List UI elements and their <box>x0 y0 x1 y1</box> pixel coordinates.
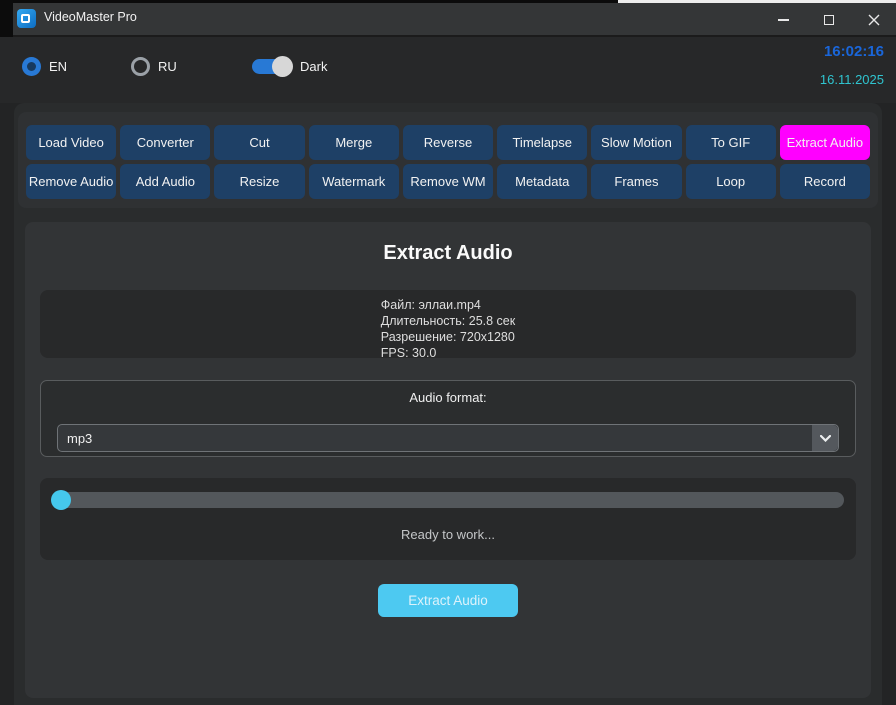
toolbar-button-slow-motion[interactable]: Slow Motion <box>591 125 681 160</box>
page-title: Extract Audio <box>25 242 871 265</box>
window-title: VideoMaster Pro <box>44 10 137 24</box>
toolbar-button-converter[interactable]: Converter <box>120 125 210 160</box>
progress-slider-knob[interactable] <box>51 490 71 510</box>
toolbar-button-to-gif[interactable]: To GIF <box>686 125 776 160</box>
toolbar-button-metadata[interactable]: Metadata <box>497 164 587 199</box>
toolbar-button-cut[interactable]: Cut <box>214 125 304 160</box>
file-info-resolution: Разрешение: 720x1280 <box>381 329 515 345</box>
left-edge-dark <box>0 0 13 37</box>
dropdown-arrow-button[interactable] <box>812 425 838 451</box>
language-en-label: EN <box>49 59 67 74</box>
app-logo-glyph <box>21 14 30 23</box>
extract-audio-panel: Extract Audio Файл: эллаи.mp4 Длительнос… <box>25 222 871 698</box>
header-bar: EN RU Dark 16:02:16 16.11.2025 <box>0 37 896 103</box>
extract-audio-action-button[interactable]: Extract Audio <box>378 584 518 617</box>
toolbar-button-add-audio[interactable]: Add Audio <box>120 164 210 199</box>
radio-unchecked-icon <box>131 57 150 76</box>
toolbar-button-remove-wm[interactable]: Remove WM <box>403 164 493 199</box>
language-radio-ru[interactable]: RU <box>131 57 177 76</box>
progress-box: Ready to work... <box>40 478 856 560</box>
file-info-box: Файл: эллаи.mp4 Длительность: 25.8 сек Р… <box>40 290 856 358</box>
toolbar-button-load-video[interactable]: Load Video <box>26 125 116 160</box>
toolbar-button-timelapse[interactable]: Timelapse <box>497 125 587 160</box>
file-info-duration: Длительность: 25.8 сек <box>381 313 515 329</box>
window-titlebar: VideoMaster Pro <box>0 0 896 37</box>
window-controls <box>761 3 896 37</box>
top-edge-dark <box>0 0 618 3</box>
language-radio-en[interactable]: EN <box>22 57 67 76</box>
status-text: Ready to work... <box>40 527 856 542</box>
toggle-knob <box>272 56 293 77</box>
clock-time: 16:02:16 <box>824 43 884 60</box>
maximize-icon <box>824 15 834 25</box>
toolbar-button-extract-audio[interactable]: Extract Audio <box>780 125 870 160</box>
theme-toggle-label: Dark <box>300 59 327 74</box>
audio-format-box: Audio format: mp3 <box>40 380 856 457</box>
chevron-down-icon <box>820 435 831 442</box>
toolbar-button-remove-audio[interactable]: Remove Audio <box>26 164 116 199</box>
audio-format-select[interactable]: mp3 <box>57 424 839 452</box>
close-button[interactable] <box>851 3 896 37</box>
toolbar-button-frames[interactable]: Frames <box>591 164 681 199</box>
file-info-block: Файл: эллаи.mp4 Длительность: 25.8 сек Р… <box>381 297 515 358</box>
close-icon <box>868 14 880 26</box>
maximize-button[interactable] <box>806 3 851 37</box>
toolbar-button-watermark[interactable]: Watermark <box>309 164 399 199</box>
toolbar-button-record[interactable]: Record <box>780 164 870 199</box>
app-logo-icon <box>17 9 36 28</box>
toggle-track <box>252 59 292 74</box>
audio-format-label: Audio format: <box>41 390 855 405</box>
theme-toggle[interactable]: Dark <box>252 54 327 74</box>
audio-format-value: mp3 <box>67 431 92 446</box>
toolbar-button-loop[interactable]: Loop <box>686 164 776 199</box>
clock-date: 16.11.2025 <box>820 72 884 87</box>
radio-checked-icon <box>22 57 41 76</box>
radio-dot <box>27 62 36 71</box>
toolbar-button-reverse[interactable]: Reverse <box>403 125 493 160</box>
file-info-fps: FPS: 30.0 <box>381 345 515 358</box>
minimize-icon <box>778 19 789 21</box>
progress-slider-track[interactable] <box>52 492 844 508</box>
language-ru-label: RU <box>158 59 177 74</box>
toolbar-button-resize[interactable]: Resize <box>214 164 304 199</box>
toolbar: Load Video Converter Cut Merge Reverse T… <box>18 112 878 208</box>
content-container: Load Video Converter Cut Merge Reverse T… <box>14 103 882 705</box>
minimize-button[interactable] <box>761 3 806 37</box>
file-info-filename: Файл: эллаи.mp4 <box>381 297 515 313</box>
toolbar-button-merge[interactable]: Merge <box>309 125 399 160</box>
